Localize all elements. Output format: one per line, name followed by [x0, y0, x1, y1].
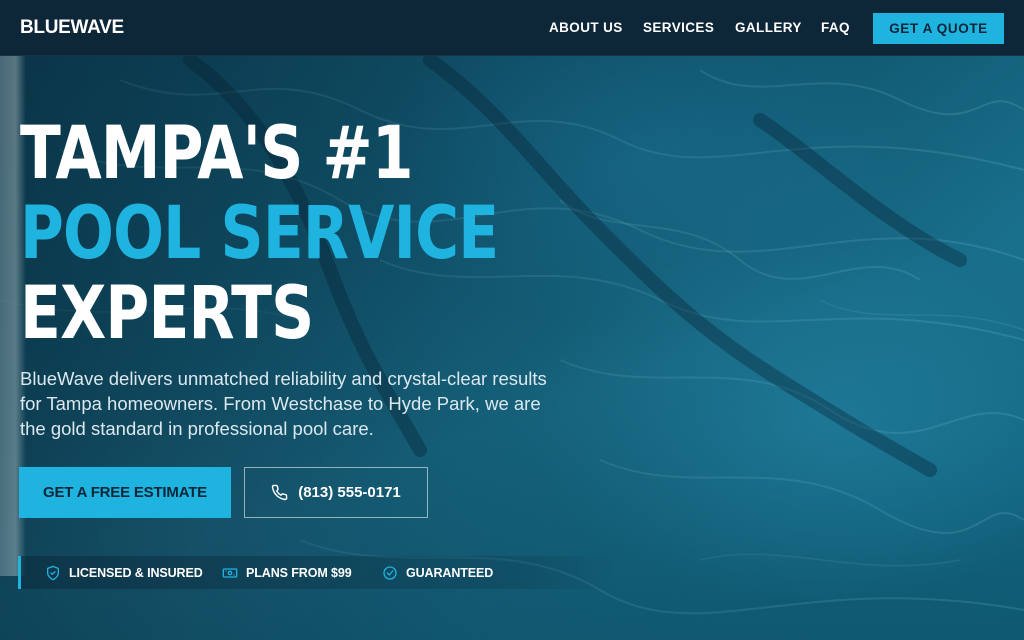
- check-circle-icon: [383, 565, 397, 580]
- nav-link-services[interactable]: SERVICES: [643, 20, 714, 35]
- get-a-quote-button[interactable]: GET A QUOTE: [873, 13, 1004, 44]
- trust-label-licensed: LICENSED & INSURED: [69, 565, 203, 580]
- hero-intro-text: BlueWave delivers unmatched reliability …: [20, 368, 547, 439]
- phone-number: (813) 555-0171: [298, 484, 401, 501]
- phone-call-button[interactable]: (813) 555-0171: [244, 467, 428, 518]
- trust-label-guaranteed: GUARANTEED: [406, 565, 494, 580]
- trust-label-plans: PLANS FROM $99: [246, 565, 352, 580]
- nav-link-faq[interactable]: FAQ: [821, 20, 850, 35]
- phone-icon: [271, 484, 288, 501]
- trust-item-licensed: LICENSED & INSURED: [45, 556, 203, 589]
- nav-link-gallery[interactable]: GALLERY: [735, 20, 802, 35]
- headline-line-2: POOL SERVICE: [20, 191, 499, 276]
- trust-item-plans: PLANS FROM $99: [222, 556, 352, 589]
- nav-link-about-us[interactable]: ABOUT US: [549, 20, 623, 35]
- headline-line-1: TAMPA'S #1: [20, 111, 413, 196]
- brand-logo[interactable]: BLUEWAVE: [20, 17, 124, 39]
- site-header: BLUEWAVE ABOUT US SERVICES GALLERY FAQ G…: [0, 0, 1024, 56]
- hero-headline: TAMPA'S #1 POOL SERVICE EXPERTS: [20, 111, 499, 356]
- shield-check-icon: [47, 565, 59, 580]
- trust-badges-bar: LICENSED & INSURED PLANS FROM $99 GUARAN…: [18, 556, 618, 589]
- headline-line-3: EXPERTS: [20, 271, 314, 356]
- free-estimate-button[interactable]: GET A FREE ESTIMATE: [19, 467, 231, 518]
- money-icon: [222, 567, 238, 578]
- trust-item-guaranteed: GUARANTEED: [382, 556, 493, 589]
